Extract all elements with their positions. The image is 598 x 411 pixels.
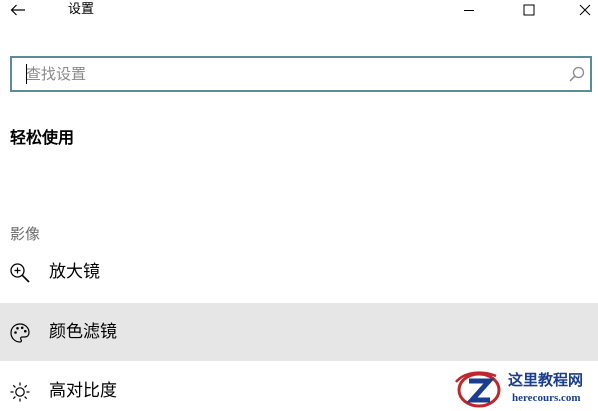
settings-window: 设置 轻松使用 影像 xyxy=(0,0,598,411)
watermark-text-en: herecours.com xyxy=(512,392,581,404)
search-input[interactable] xyxy=(14,60,554,88)
watermark-text-cn: 这里教程网 xyxy=(508,371,584,389)
text-caret xyxy=(26,64,27,84)
watermark-logo-icon xyxy=(455,371,501,408)
magnifier-plus-icon xyxy=(10,263,30,283)
page-title: 轻松使用 xyxy=(10,128,75,147)
nav-item-label: 高对比度 xyxy=(49,381,117,401)
minimize-icon xyxy=(464,10,474,11)
window-title: 设置 xyxy=(68,2,95,17)
close-button[interactable] xyxy=(562,0,598,20)
palette-icon xyxy=(10,323,30,343)
nav-item-magnifier[interactable]: 放大镜 xyxy=(0,243,598,301)
maximize-button[interactable] xyxy=(506,0,552,20)
watermark: 这里教程网 herecours.com xyxy=(452,367,598,411)
nav-item-label: 颜色滤镜 xyxy=(49,322,117,342)
arrow-left-icon xyxy=(10,4,25,16)
nav-item-color-filters[interactable]: 颜色滤镜 xyxy=(0,303,598,361)
minimize-button[interactable] xyxy=(446,0,492,20)
maximize-icon xyxy=(523,4,535,16)
back-button[interactable] xyxy=(6,0,30,20)
search-box[interactable] xyxy=(10,56,592,92)
brightness-icon xyxy=(10,382,30,402)
group-label-vision: 影像 xyxy=(10,225,41,243)
close-icon xyxy=(579,4,591,16)
search-icon[interactable] xyxy=(568,65,586,83)
title-bar: 设置 xyxy=(0,0,598,22)
nav-item-label: 放大镜 xyxy=(49,262,100,282)
